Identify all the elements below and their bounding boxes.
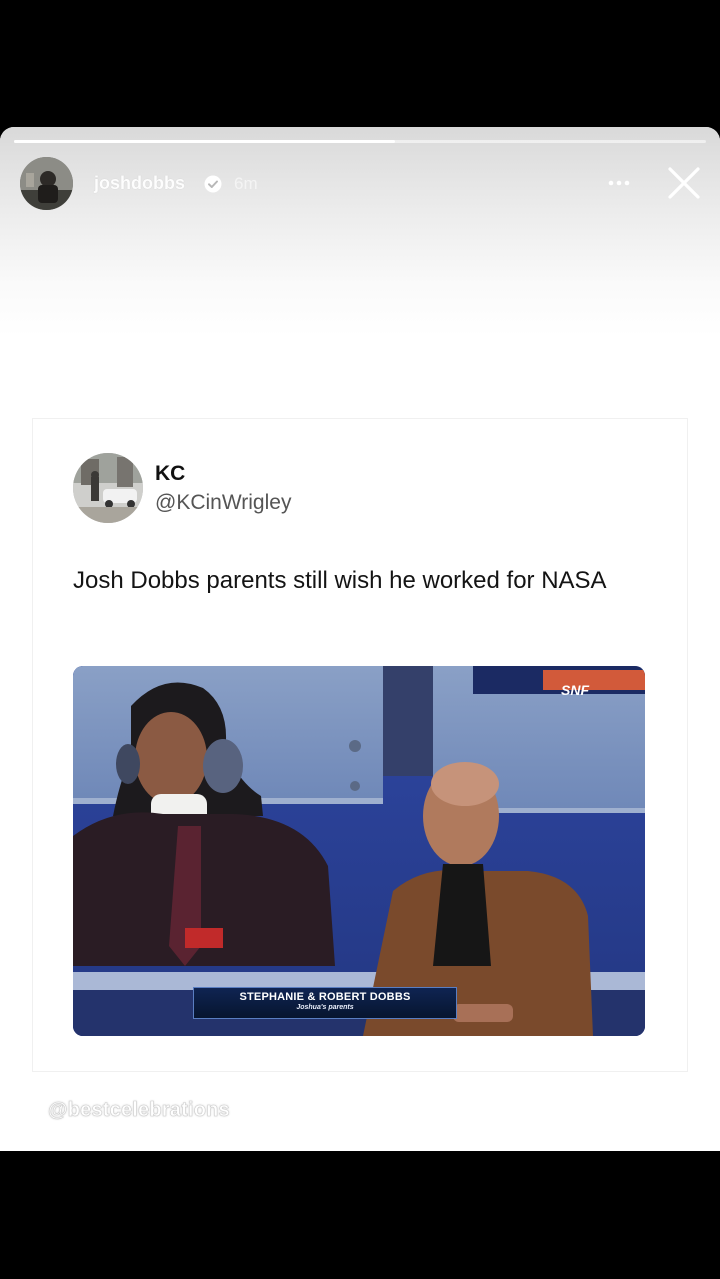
story-progress-bar [14, 140, 706, 143]
story-avatar[interactable] [20, 157, 73, 210]
lower-third-name: STEPHANIE & ROBERT DOBBS [239, 991, 411, 1003]
viewport: joshdobbs 6m KC @KCinWrigley Josh Dobbs … [0, 0, 720, 1279]
watermark-text: @bestcelebrations [48, 1099, 230, 1122]
avatar-image [20, 157, 73, 210]
tweet-media-image[interactable]: SNF STEPHANIE & ROBERT DOBBS Joshua's pa… [73, 666, 645, 1036]
tweet-photo-illustration [73, 666, 645, 1036]
story-container[interactable]: joshdobbs 6m KC @KCinWrigley Josh Dobbs … [0, 127, 720, 1151]
story-username[interactable]: joshdobbs [94, 173, 185, 194]
close-icon[interactable] [664, 163, 704, 203]
story-progress-fill [14, 140, 395, 143]
story-timestamp: 6m [234, 174, 258, 193]
more-horizontal-icon[interactable] [604, 171, 634, 195]
lower-third-subtitle: Joshua's parents [296, 1004, 354, 1011]
tweet-avatar-image [73, 453, 143, 523]
tweet-text: Josh Dobbs parents still wish he worked … [73, 567, 607, 594]
verified-badge-icon [204, 175, 222, 193]
network-logo: SNF [561, 682, 589, 698]
tweet-handle[interactable]: @KCinWrigley [155, 491, 291, 515]
tweet-display-name[interactable]: KC [155, 462, 185, 486]
tv-lower-third: STEPHANIE & ROBERT DOBBS Joshua's parent… [193, 987, 457, 1019]
tweet-avatar[interactable] [73, 453, 143, 523]
tweet-card[interactable]: KC @KCinWrigley Josh Dobbs parents still… [33, 419, 687, 1071]
story-header: joshdobbs 6m [20, 157, 700, 211]
